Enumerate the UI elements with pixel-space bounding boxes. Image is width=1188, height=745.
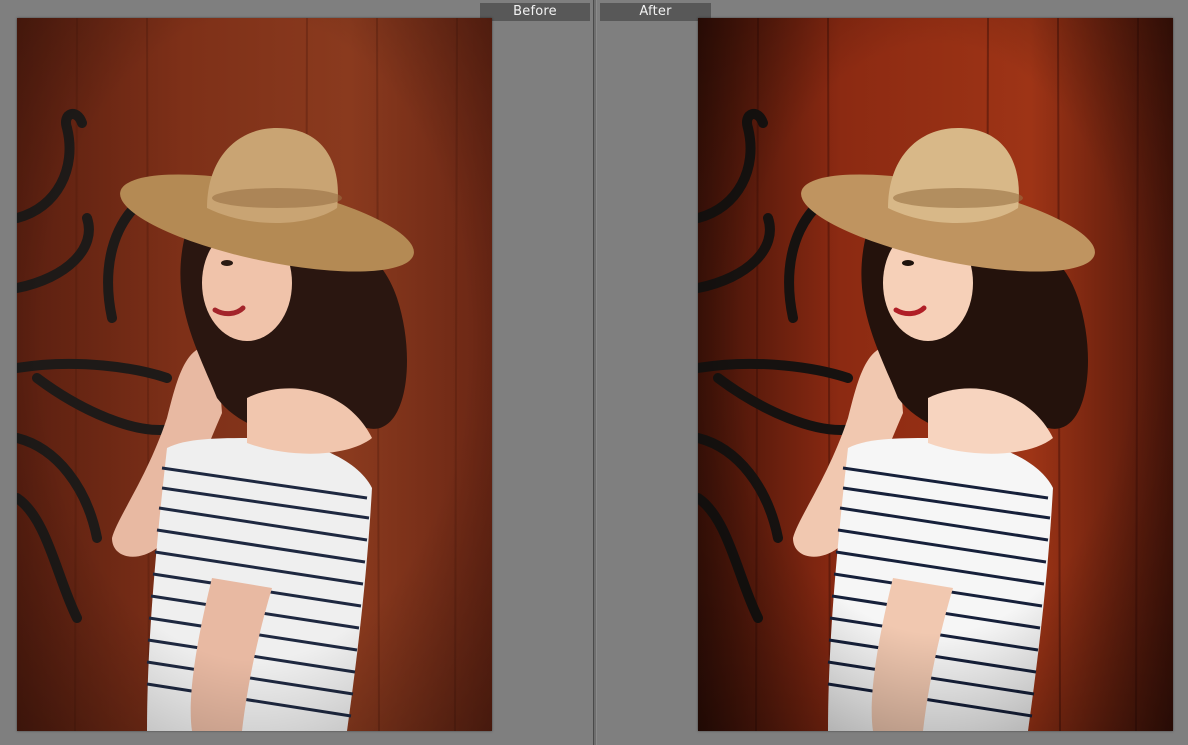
after-photo-image <box>698 18 1173 731</box>
before-photo-image <box>17 18 492 731</box>
after-photo[interactable] <box>698 18 1173 731</box>
before-label: Before <box>480 3 590 21</box>
before-pane: Before <box>0 0 593 745</box>
before-photo[interactable] <box>17 18 492 731</box>
after-label: After <box>600 3 711 21</box>
after-pane: After <box>597 0 1188 745</box>
before-after-compare-view: Before After <box>0 0 1188 745</box>
